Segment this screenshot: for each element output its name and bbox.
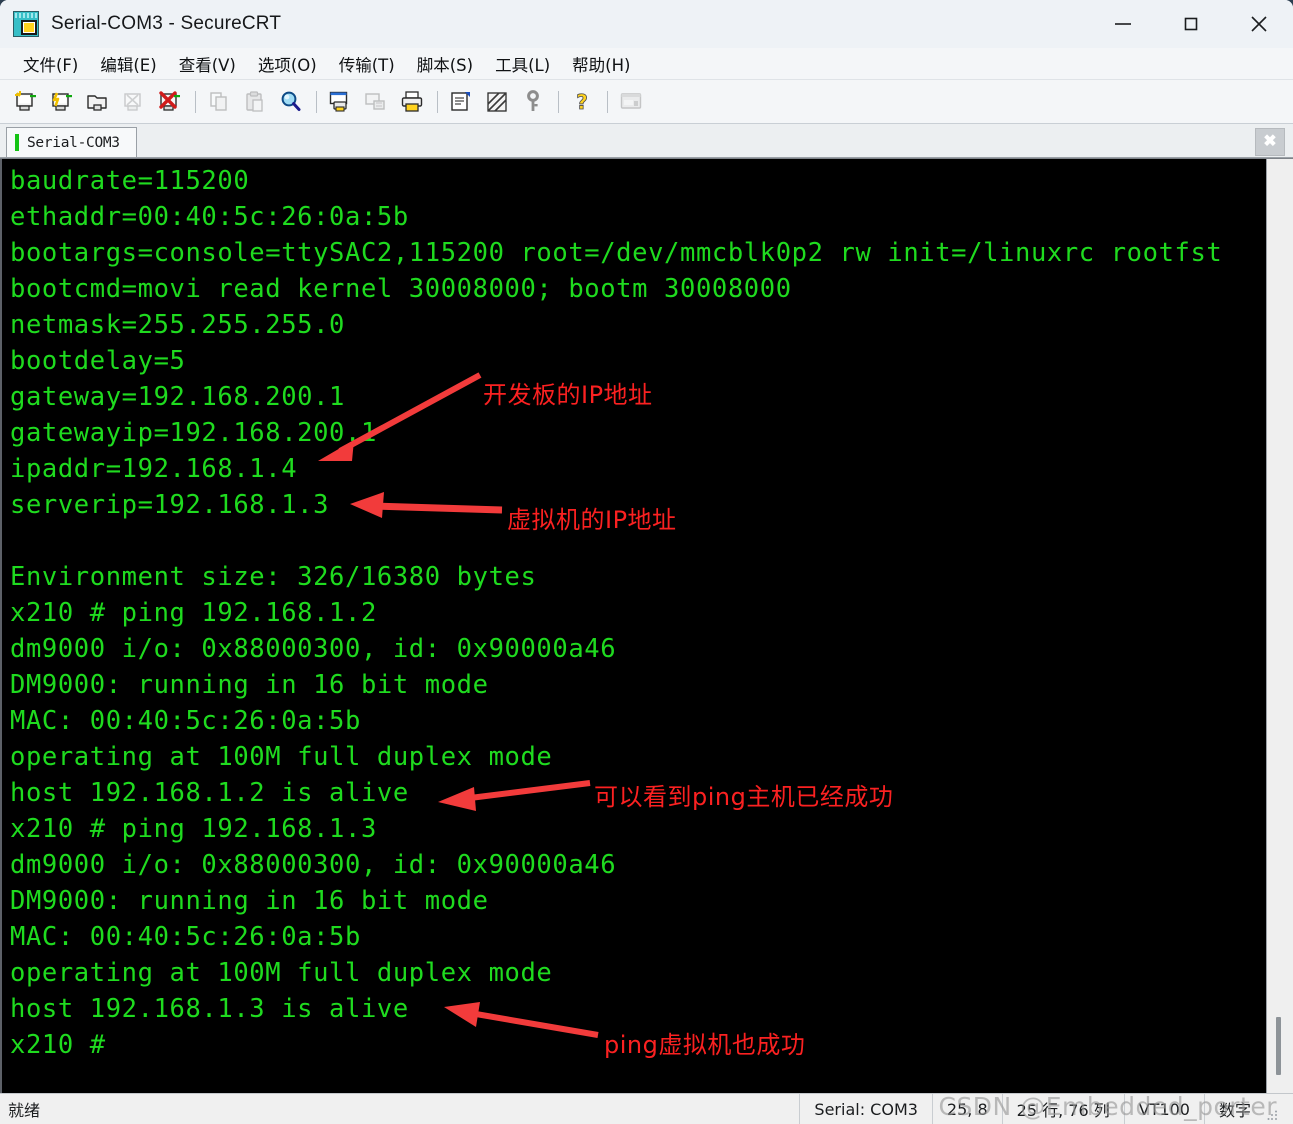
annotation-vm-ip: 虚拟机的IP地址 [507,506,677,534]
toolbar: ? [0,80,1293,124]
status-ready: 就绪 [8,1101,41,1120]
reconnect-icon [118,86,150,118]
menu-tools[interactable]: 工具(L) [484,50,561,78]
terminal-line: x210 # ping 192.168.1.2 [10,598,377,628]
help-icon[interactable]: ? [566,86,598,118]
log-session-icon [360,86,392,118]
annotation-ping-vm-ok: ping虚拟机也成功 [604,1031,806,1059]
key-icon[interactable] [517,86,549,118]
session-options-icon[interactable] [445,86,477,118]
menu-script[interactable]: 脚本(S) [406,50,484,78]
terminal-line: gatewayip=192.168.200.1 [10,418,377,448]
menu-bar: 文件(F) 编辑(E) 查看(V) 选项(O) 传输(T) 脚本(S) 工具(L… [0,48,1293,80]
terminal-line: bootargs=console=ttySAC2,115200 root=/de… [10,238,1223,268]
status-cursor: 25, 8 [931,1094,1002,1124]
resize-grip-icon[interactable] [1265,1094,1279,1124]
new-session-icon[interactable] [10,86,42,118]
terminal-output: baudrate=115200 ethaddr=00:40:5c:26:0a:5b… [10,163,1266,1063]
toolbar-separator [437,90,438,113]
terminal-line: dm9000 i/o: 0x88000300, id: 0x90000a46 [10,634,617,664]
terminal-scrollbar[interactable] [1266,159,1293,1093]
terminal-screen[interactable]: baudrate=115200 ethaddr=00:40:5c:26:0a:5b… [0,159,1266,1093]
chat-window-icon [615,86,647,118]
menu-transfer[interactable]: 传输(T) [328,50,406,78]
connect-icon[interactable] [46,86,78,118]
find-icon[interactable] [275,86,307,118]
status-size: 25 行, 76 列 [1001,1094,1124,1124]
window-controls [1089,0,1293,48]
print-icon[interactable] [396,86,428,118]
terminal-line: operating at 100M full duplex mode [10,742,553,772]
terminal-line: DM9000: running in 16 bit mode [10,670,489,700]
terminal-line: x210 # ping 192.168.1.3 [10,814,377,844]
terminal-line: ethaddr=00:40:5c:26:0a:5b [10,202,409,232]
terminal-line: Environment size: 326/16380 bytes [10,562,537,592]
terminal-line: bootcmd=movi read kernel 30008000; bootm… [10,274,792,304]
status-emulation: VT100 [1123,1094,1204,1124]
copy-icon [203,86,235,118]
terminal-line: netmask=255.255.255.0 [10,310,345,340]
terminal-line: host 192.168.1.3 is alive [10,994,409,1024]
toolbar-separator [607,90,608,113]
disconnect-icon[interactable] [154,86,186,118]
minimize-button[interactable] [1089,0,1157,48]
status-numlock: 数字 [1203,1094,1265,1124]
scrollbar-thumb[interactable] [1276,1017,1281,1075]
window-title: Serial-COM3 - SecureCRT [51,13,282,34]
terminal-line: ipaddr=192.168.1.4 [10,454,298,484]
protocol-options-icon[interactable] [481,86,513,118]
terminal-area: baudrate=115200 ethaddr=00:40:5c:26:0a:5b… [0,158,1293,1093]
tab-strip: Serial-COM3 ✖ [0,124,1293,158]
toolbar-separator [316,90,317,113]
title-bar: Serial-COM3 - SecureCRT [0,0,1293,48]
tab-close-button[interactable]: ✖ [1255,128,1285,156]
menu-help[interactable]: 帮助(H) [561,50,641,78]
toolbar-separator [558,90,559,113]
maximize-button[interactable] [1157,0,1225,48]
svg-text:?: ? [576,90,588,114]
terminal-line: baudrate=115200 [10,166,250,196]
terminal-line: operating at 100M full duplex mode [10,958,553,988]
toolbar-separator [195,90,196,113]
close-button[interactable] [1225,0,1293,48]
connect-in-tab-icon[interactable] [82,86,114,118]
status-right-group: Serial: COM3 25, 8 25 行, 76 列 VT100 数字 [799,1094,1279,1124]
print-screen-icon[interactable] [324,86,356,118]
securecrt-window: Serial-COM3 - SecureCRT 文件(F) 编辑(E) 查看(V… [0,0,1293,1124]
terminal-line: DM9000: running in 16 bit mode [10,886,489,916]
status-bar: 就绪 Serial: COM3 25, 8 25 行, 76 列 VT100 数… [0,1093,1293,1124]
terminal-line: MAC: 00:40:5c:26:0a:5b [10,922,361,952]
menu-view[interactable]: 查看(V) [168,50,247,78]
terminal-line: MAC: 00:40:5c:26:0a:5b [10,706,361,736]
menu-file[interactable]: 文件(F) [12,50,89,78]
securecrt-icon [13,11,39,37]
menu-edit[interactable]: 编辑(E) [89,50,167,78]
tab-connected-indicator [15,134,19,151]
menu-options[interactable]: 选项(O) [247,50,328,78]
paste-icon [239,86,271,118]
annotation-board-ip: 开发板的IP地址 [483,381,653,409]
annotation-ping-host-ok: 可以看到ping主机已经成功 [594,783,894,811]
tab-serial-com3[interactable]: Serial-COM3 [6,127,137,157]
terminal-line: dm9000 i/o: 0x88000300, id: 0x90000a46 [10,850,617,880]
status-serial: Serial: COM3 [799,1094,932,1124]
terminal-line: bootdelay=5 [10,346,186,376]
tab-label: Serial-COM3 [27,134,120,151]
